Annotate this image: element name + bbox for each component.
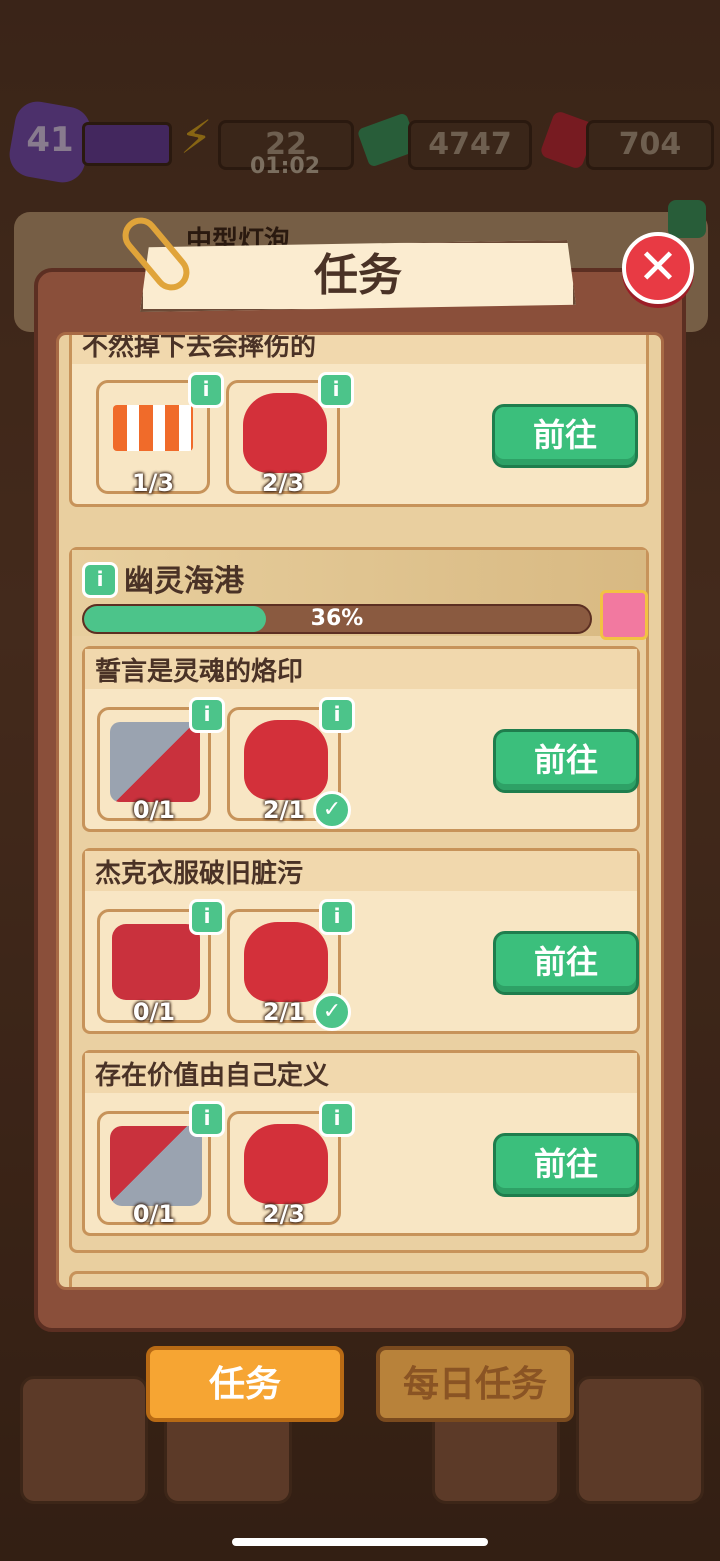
chapter-info-icon[interactable]: i	[82, 562, 118, 598]
item-count: 0/1	[132, 796, 176, 824]
info-icon[interactable]: i	[189, 899, 225, 935]
gift-box-icon[interactable]	[600, 590, 648, 640]
panel-title: 任务	[314, 250, 402, 301]
check-icon: ✓	[313, 791, 351, 829]
item-count: 2/3	[262, 1200, 306, 1228]
task-title: 杰克衣服破旧脏污	[95, 859, 304, 889]
gloves-icon	[244, 720, 328, 800]
info-icon[interactable]: i	[319, 1101, 355, 1137]
go-button[interactable]: 前往	[493, 931, 639, 995]
task-title: 不然掉下去会摔伤的	[82, 332, 317, 362]
info-icon[interactable]: i	[188, 372, 224, 408]
gloves-icon	[243, 393, 327, 473]
info-icon[interactable]: i	[319, 899, 355, 935]
task-card-header: 誓言是灵魂的烙印	[85, 649, 637, 689]
info-icon[interactable]: i	[189, 1101, 225, 1137]
item-count: 0/1	[132, 998, 176, 1026]
task-card: 誓言是灵魂的烙印 0/1 i 2/1 i ✓ 前往	[82, 646, 640, 832]
barricade-icon	[113, 405, 193, 451]
task-card: 不然掉下去会摔伤的 1/3 i 2/3 i 前往	[69, 332, 649, 507]
task-card: 杰克衣服破旧脏污 0/1 i 2/1 i ✓ 前往	[82, 848, 640, 1034]
item-count: 2/3	[261, 469, 305, 497]
close-button[interactable]: ✕	[622, 232, 694, 304]
item-count: 0/1	[132, 1200, 176, 1228]
info-icon[interactable]: i	[319, 697, 355, 733]
chapter-title: 幽灵海港	[124, 564, 244, 599]
next-chapter-section	[69, 1271, 649, 1287]
task-title: 存在价值由自己定义	[95, 1061, 330, 1091]
task-card-header: 不然掉下去会摔伤的	[72, 332, 646, 364]
go-button[interactable]: 前往	[493, 1133, 639, 1197]
gloves-icon	[244, 1124, 328, 1204]
close-icon: ✕	[637, 239, 679, 295]
home-indicator[interactable]	[232, 1538, 488, 1546]
info-icon[interactable]: i	[318, 372, 354, 408]
toolbar-button[interactable]	[576, 1376, 704, 1504]
gloves-icon	[244, 922, 328, 1002]
go-button[interactable]: 前往	[493, 729, 639, 793]
chapter-section: i 幽灵海港 36% 誓言是灵魂的烙印 0/1 i 2/1 i ✓ 前往 杰克衣…	[69, 547, 649, 1253]
tasks-scroll-list[interactable]: 不然掉下去会摔伤的 1/3 i 2/3 i 前往 i 幽灵海港 36% 誓言是灵…	[56, 332, 664, 1290]
chapter-progress-label: 36%	[310, 606, 364, 631]
chapter-progress-bar: 36%	[82, 604, 592, 634]
item-count: 1/3	[131, 469, 175, 497]
go-button[interactable]: 前往	[492, 404, 638, 468]
sander-icon	[112, 924, 200, 1000]
task-title: 誓言是灵魂的烙印	[95, 657, 304, 687]
task-card: 存在价值由自己定义 0/1 i 2/3 i 前往	[82, 1050, 640, 1236]
task-card-header: 存在价值由自己定义	[85, 1053, 637, 1093]
tab-daily-tasks[interactable]: 每日任务	[376, 1346, 574, 1422]
info-icon[interactable]: i	[189, 697, 225, 733]
saw-icon	[110, 722, 200, 802]
tab-tasks[interactable]: 任务	[146, 1346, 344, 1422]
task-card-header: 杰克衣服破旧脏污	[85, 851, 637, 891]
check-icon: ✓	[313, 993, 351, 1031]
back-button[interactable]	[20, 1376, 148, 1504]
chainsaw-icon	[110, 1126, 202, 1206]
